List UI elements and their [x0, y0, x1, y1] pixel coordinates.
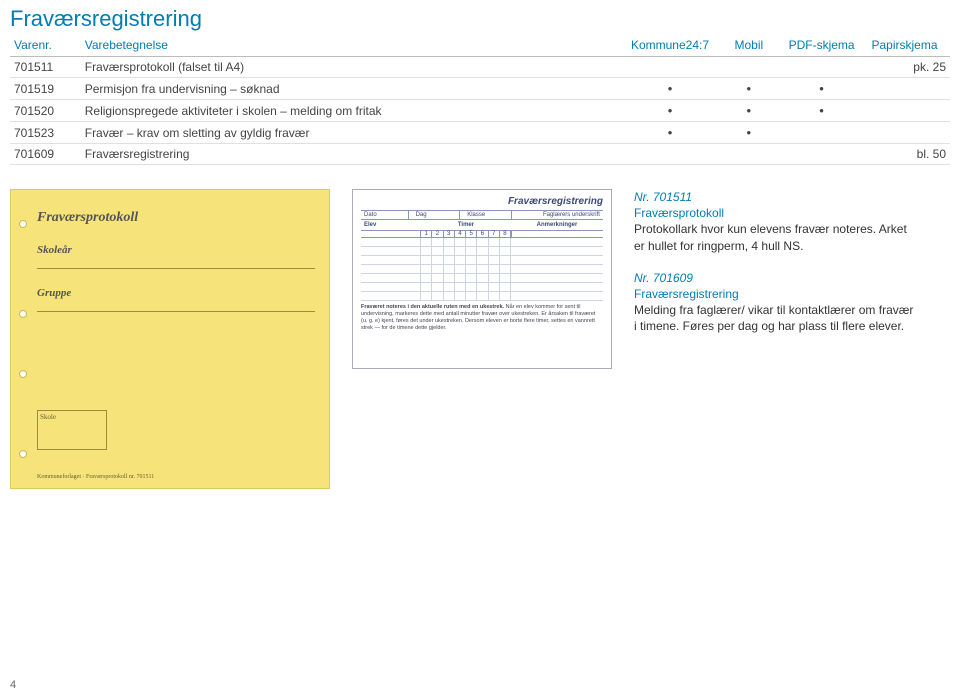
cell-p: • [784, 100, 859, 122]
table-row: 701523 Fravær – krav om sletting av gyld… [10, 122, 950, 144]
cell-k [627, 144, 714, 165]
cell-m [713, 144, 784, 165]
cell-nr: 701519 [10, 78, 81, 100]
blank-line [37, 311, 315, 312]
table-row: 701609 Fraværsregistrering bl. 50 [10, 144, 950, 165]
cell-nr: 701520 [10, 100, 81, 122]
grid-row [361, 256, 603, 265]
punch-hole-icon [19, 220, 27, 228]
cell-k: • [627, 122, 714, 144]
cell-p: • [784, 78, 859, 100]
yellow-label-skolear: Skoleår [37, 244, 315, 256]
cell-p [784, 122, 859, 144]
cell-m [713, 57, 784, 78]
cell-desc: Fraværsregistrering [81, 144, 627, 165]
grid-row [361, 283, 603, 292]
note-bold: Fraværet noteres i den aktuelle ruten me… [361, 304, 504, 310]
cell-pp [859, 78, 950, 100]
white-sheet-image: Fraværsregistrering Dato Dag Klasse Fagl… [352, 189, 612, 369]
cell-nr: 701511 [10, 57, 81, 78]
cell-k: • [627, 78, 714, 100]
table-header-row: Varenr. Varebetegnelse Kommune24:7 Mobil… [10, 34, 950, 57]
table-row: 701519 Permisjon fra undervisning – søkn… [10, 78, 950, 100]
cell-nr: 701609 [10, 144, 81, 165]
page-number: 4 [10, 679, 16, 691]
num-cell: 6 [477, 231, 488, 237]
cell-m: • [713, 78, 784, 100]
desc-bold: Fraværsregistrering [634, 287, 739, 301]
num-cell: 3 [444, 231, 455, 237]
desc-body: Protokollark hvor kun elevens fravær not… [634, 222, 907, 252]
cell-k [627, 57, 714, 78]
desc-nr: Nr. 701511 [634, 190, 692, 204]
cell-desc: Permisjon fra undervisning – søknad [81, 78, 627, 100]
white-elev: Elev [361, 220, 421, 230]
desc-para-2: Nr. 701609 Fraværsregistrering Melding f… [634, 270, 914, 335]
white-subhead: Elev Timer Anmerkninger [361, 220, 603, 231]
content-row: Fraværsprotokoll Skoleår Gruppe Skole Ko… [10, 189, 950, 489]
num-cell: 2 [432, 231, 443, 237]
product-table: Varenr. Varebetegnelse Kommune24:7 Mobil… [10, 34, 950, 165]
cell-desc: Fravær – krav om sletting av gyldig frav… [81, 122, 627, 144]
white-title: Fraværsregistrering [361, 196, 603, 207]
cell-pp [859, 122, 950, 144]
cell-pp: bl. 50 [859, 144, 950, 165]
cell-p [784, 144, 859, 165]
cell-nr: 701523 [10, 122, 81, 144]
col-varenr: Varenr. [10, 34, 81, 57]
col-papir: Papirskjema [859, 34, 950, 57]
yellow-sheet-image: Fraværsprotokoll Skoleår Gruppe Skole Ko… [10, 189, 330, 489]
yellow-box: Skole [37, 410, 107, 450]
num-cell: 4 [455, 231, 466, 237]
grid-row [361, 238, 603, 247]
yellow-label-gruppe: Gruppe [37, 287, 315, 299]
right-description: Nr. 701511 Fraværsprotokoll Protokollark… [634, 189, 914, 351]
cell-m: • [713, 122, 784, 144]
white-numrow: 1 2 3 4 5 6 7 8 [361, 231, 603, 238]
cell-desc: Religionspregede aktiviteter i skolen – … [81, 100, 627, 122]
punch-hole-icon [19, 310, 27, 318]
grid-row [361, 274, 603, 283]
cell-desc: Fraværsprotokoll (falset til A4) [81, 57, 627, 78]
white-sign: Faglærers underskrift [516, 211, 603, 219]
white-timer: Timer [421, 220, 511, 230]
cell-pp: pk. 25 [859, 57, 950, 78]
grid-row [361, 292, 603, 301]
yellow-footer: Kommuneforlaget · Fraværsprotokoll nr. 7… [37, 474, 154, 480]
col-varebetegnelse: Varebetegnelse [81, 34, 627, 57]
desc-para-1: Nr. 701511 Fraværsprotokoll Protokollark… [634, 189, 914, 254]
punch-hole-icon [19, 450, 27, 458]
table-row: 701520 Religionspregede aktiviteter i sk… [10, 100, 950, 122]
col-pdf: PDF-skjema [784, 34, 859, 57]
num-cell: 8 [500, 231, 511, 237]
desc-nr: Nr. 701609 [634, 271, 693, 285]
punch-hole-icon [19, 370, 27, 378]
white-dato: Dato [361, 211, 409, 219]
num-cell: 5 [466, 231, 477, 237]
white-klasse: Klasse [464, 211, 512, 219]
yellow-title: Fraværsprotokoll [37, 210, 315, 226]
white-anm: Anmerkninger [511, 220, 603, 230]
col-mobil: Mobil [713, 34, 784, 57]
grid-row [361, 265, 603, 274]
blank-line [37, 268, 315, 269]
num-cell: 7 [489, 231, 500, 237]
desc-body: Melding fra faglærer/ vikar til kontaktl… [634, 303, 913, 333]
cell-k: • [627, 100, 714, 122]
white-header-row: Dato Dag Klasse Faglærers underskrift [361, 210, 603, 220]
white-note: Fraværet noteres i den aktuelle ruten me… [361, 304, 603, 332]
cell-pp [859, 100, 950, 122]
cell-p [784, 57, 859, 78]
grid-row [361, 247, 603, 256]
white-dag: Dag [413, 211, 461, 219]
desc-bold: Fraværsprotokoll [634, 206, 724, 220]
page-title: Fraværsregistrering [0, 0, 960, 34]
col-kommune: Kommune24:7 [627, 34, 714, 57]
cell-m: • [713, 100, 784, 122]
num-cell: 1 [421, 231, 432, 237]
table-row: 701511 Fraværsprotokoll (falset til A4) … [10, 57, 950, 78]
